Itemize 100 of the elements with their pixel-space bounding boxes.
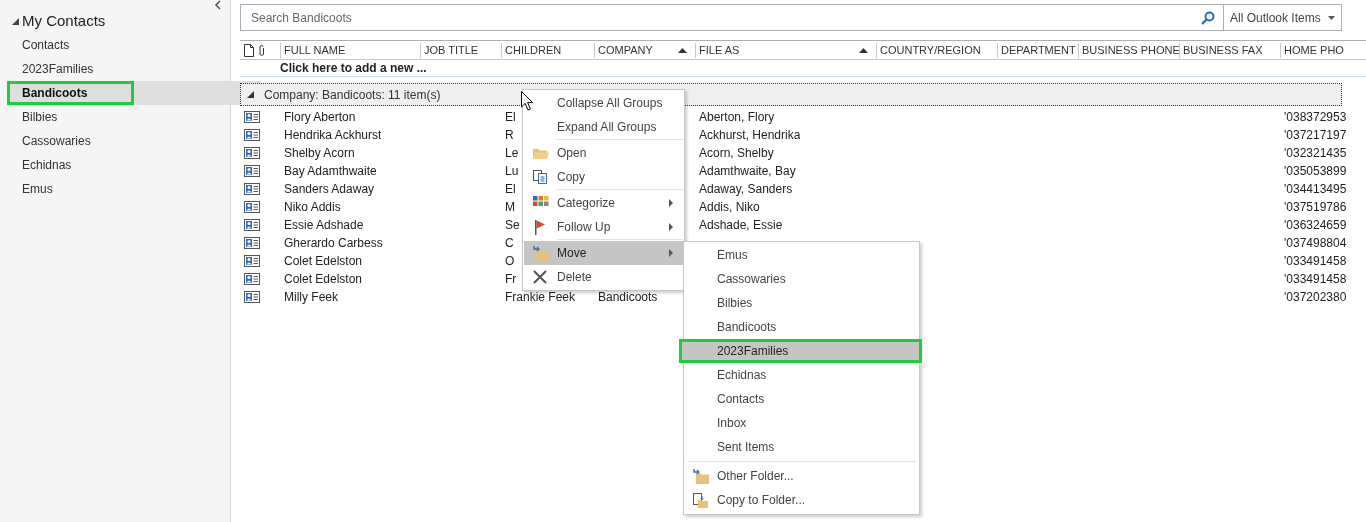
submenu-arrow-icon bbox=[669, 199, 673, 207]
menu-item[interactable]: Copy bbox=[524, 165, 683, 189]
menu-item[interactable]: 2023Families bbox=[679, 339, 922, 363]
table-cell-text: M bbox=[504, 199, 515, 216]
contact-card-icon bbox=[244, 129, 260, 141]
table-cell-text: Adshade, Essie bbox=[698, 217, 783, 234]
table-cell-text: '037498804 bbox=[1283, 235, 1347, 252]
folder-arrow-icon bbox=[531, 244, 550, 262]
menu-item[interactable]: Move bbox=[524, 241, 683, 265]
menu-item[interactable]: Expand All Groups bbox=[524, 115, 683, 139]
sidebar-item[interactable]: 2023Families bbox=[0, 57, 230, 81]
sidebar-item[interactable]: Contacts bbox=[0, 33, 230, 57]
table-cell-text: '037202380 bbox=[1283, 289, 1347, 306]
table-cell-text: Bay Adamthwaite bbox=[283, 163, 377, 180]
menu-item[interactable]: Copy to Folder... bbox=[684, 488, 919, 512]
sidebar-item[interactable]: Echidnas bbox=[0, 153, 230, 177]
table-cell-text: '038372953 bbox=[1283, 109, 1347, 126]
menu-item[interactable]: Follow Up bbox=[524, 215, 683, 239]
contact-card-icon bbox=[244, 183, 260, 195]
table-cell-text: Adaway, Sanders bbox=[698, 181, 793, 198]
column-header[interactable]: COUNTRY/REGION bbox=[876, 42, 997, 58]
copy-icon bbox=[531, 168, 550, 186]
column-header[interactable]: BUSINESS FAX bbox=[1179, 42, 1280, 58]
column-header[interactable]: COMPANY bbox=[594, 42, 695, 58]
table-cell-text: '033491458 bbox=[1283, 271, 1347, 288]
table-cell-text: '032321435 bbox=[1283, 145, 1347, 162]
contact-card-icon bbox=[244, 219, 260, 231]
table-cell-text: Adamthwaite, Bay bbox=[698, 163, 796, 180]
menu-item[interactable]: Echidnas bbox=[684, 363, 919, 387]
column-header[interactable]: CHILDREN bbox=[501, 42, 594, 58]
document-icon bbox=[244, 43, 254, 57]
table-cell-text: Milly Feek bbox=[283, 289, 338, 306]
menu-item[interactable]: Delete bbox=[524, 265, 683, 289]
table-cell-text: Sanders Adaway bbox=[283, 181, 375, 198]
contact-card-icon bbox=[244, 147, 260, 159]
contact-card-icon bbox=[244, 273, 260, 285]
table-cell-text: '037217197 bbox=[1283, 127, 1347, 144]
table-cell-text: Bandicoots bbox=[597, 289, 658, 306]
menu-item[interactable]: Bilbies bbox=[684, 291, 919, 315]
column-header[interactable]: DEPARTMENT bbox=[997, 42, 1078, 58]
menu-item[interactable]: Bandicoots bbox=[684, 315, 919, 339]
table-cell-text: Acorn, Shelby bbox=[698, 145, 774, 162]
table-cell-text: Gherardo Carbess bbox=[283, 235, 383, 252]
table-cell-text: Frankie Feek bbox=[504, 289, 576, 306]
sidebar-title[interactable]: My Contacts bbox=[22, 10, 106, 33]
table-cell-text: C bbox=[504, 235, 514, 252]
table-cell-text: '035053899 bbox=[1283, 163, 1347, 180]
table-cell-text: Niko Addis bbox=[283, 199, 341, 216]
table-cell-text: Colet Edelston bbox=[283, 271, 363, 288]
table-cell-text: Flory Aberton bbox=[283, 109, 356, 126]
search-field[interactable]: Search Bandicoots All Outlook Items bbox=[240, 4, 1342, 31]
collapse-icon bbox=[214, 0, 222, 10]
menu-item[interactable]: Cassowaries bbox=[684, 267, 919, 291]
table-cell-text: Fr bbox=[504, 271, 517, 288]
table-cell-text: Ackhurst, Hendrika bbox=[698, 127, 801, 144]
table-cell-text: Le bbox=[504, 145, 519, 162]
table-cell-text: Se bbox=[504, 217, 520, 234]
table-cell-text: Essie Adshade bbox=[283, 217, 364, 234]
column-header[interactable]: BUSINESS PHONE bbox=[1078, 42, 1179, 58]
contact-card-icon bbox=[244, 111, 260, 123]
table-cell-text: R bbox=[504, 127, 514, 144]
table-cell-text: '037519786 bbox=[1283, 199, 1347, 216]
contact-card-icon bbox=[244, 291, 260, 303]
column-header[interactable]: JOB TITLE bbox=[420, 42, 501, 58]
menu-item[interactable]: Sent Items bbox=[684, 435, 919, 459]
table-cell-text: O bbox=[504, 253, 515, 270]
menu-item[interactable]: Other Folder... bbox=[684, 464, 919, 488]
table-cell-text: '034413495 bbox=[1283, 181, 1347, 198]
contact-card-icon bbox=[244, 237, 260, 249]
copy-to-folder-icon bbox=[691, 491, 710, 509]
delete-icon bbox=[531, 268, 550, 286]
contact-card-icon bbox=[244, 201, 260, 213]
menu-item[interactable]: Inbox bbox=[684, 411, 919, 435]
sidebar-item[interactable]: Cassowaries bbox=[0, 129, 230, 153]
new-item-row[interactable]: Click here to add a new ... bbox=[240, 60, 1366, 77]
attachment-icon bbox=[258, 43, 266, 57]
sidebar-item[interactable]: Emus bbox=[0, 177, 230, 201]
table-cell-text: Hendrika Ackhurst bbox=[283, 127, 382, 144]
search-icon bbox=[1201, 10, 1215, 25]
table-cell-text: Aberton, Flory bbox=[698, 109, 775, 126]
column-header[interactable]: HOME PHO bbox=[1280, 42, 1364, 58]
column-header[interactable]: FILE AS bbox=[695, 42, 876, 58]
column-header[interactable]: FULL NAME bbox=[280, 42, 420, 58]
scope-dropdown[interactable]: All Outlook Items bbox=[1223, 5, 1341, 30]
table-cell-text: '033491458 bbox=[1283, 253, 1347, 270]
table-cell-text: '036324659 bbox=[1283, 217, 1347, 234]
contact-card-icon bbox=[244, 255, 260, 267]
folder-arrow-icon bbox=[691, 467, 710, 485]
caret-icon bbox=[1328, 15, 1335, 20]
contact-card-icon bbox=[244, 165, 260, 177]
menu-item[interactable]: Categorize bbox=[524, 191, 683, 215]
menu-item[interactable]: Emus bbox=[684, 243, 919, 267]
table-cell-text: Addis, Niko bbox=[698, 199, 760, 216]
table-cell-text: Lu bbox=[504, 163, 519, 180]
submenu-arrow-icon bbox=[669, 249, 673, 257]
menu-item[interactable]: Open bbox=[524, 141, 683, 165]
sidebar-item[interactable]: Bilbies bbox=[0, 105, 230, 129]
menu-item[interactable]: Contacts bbox=[684, 387, 919, 411]
table-cell-text: El bbox=[504, 109, 516, 126]
submenu-arrow-icon bbox=[669, 223, 673, 231]
